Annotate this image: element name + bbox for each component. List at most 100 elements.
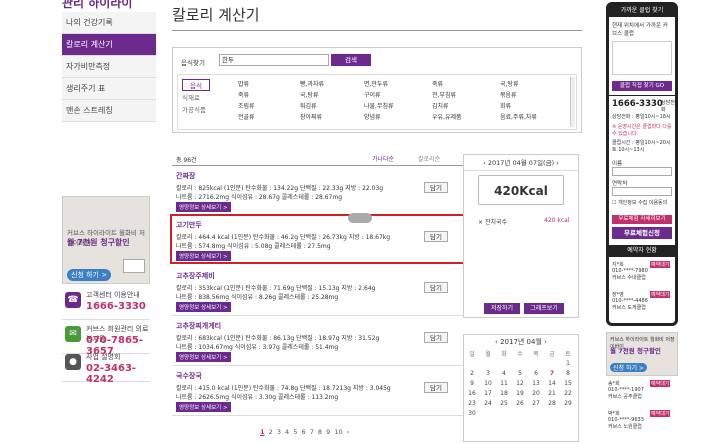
calendar-day[interactable]: 5 xyxy=(512,368,528,378)
page-link[interactable]: 8 xyxy=(318,428,322,436)
calendar-day[interactable]: 11 xyxy=(496,378,512,388)
detail-button[interactable]: 영양정보 상세보기 > xyxy=(176,402,231,412)
add-food-button[interactable]: 담기 xyxy=(424,332,448,343)
calendar-day[interactable]: 21 xyxy=(544,388,560,398)
calendar-day-selected[interactable]: 7 xyxy=(544,368,560,378)
calendar-day[interactable] xyxy=(544,408,560,418)
search-button[interactable]: 검색 xyxy=(331,54,371,66)
next-day-icon[interactable]: › xyxy=(554,159,559,167)
ad-apply-button[interactable]: 신청 하기 > xyxy=(610,363,647,372)
food-type[interactable]: 조림류 xyxy=(238,101,255,112)
add-food-button[interactable]: 담기 xyxy=(424,231,448,242)
food-type[interactable]: 나물,무침류 xyxy=(364,101,394,112)
calendar-day[interactable]: 25 xyxy=(496,398,512,408)
calendar-day[interactable]: 22 xyxy=(560,388,576,398)
agree-checkbox[interactable]: ☐ 개인정보 수집 이용동의 xyxy=(612,199,674,206)
scrollbar[interactable] xyxy=(570,77,575,127)
calendar-day[interactable]: 26 xyxy=(512,398,528,408)
calendar-day[interactable] xyxy=(496,408,512,418)
phone-input[interactable] xyxy=(612,187,672,196)
calendar-day[interactable]: 3 xyxy=(480,368,496,378)
detail-button[interactable]: 영양정보 상세보기 > xyxy=(176,302,231,312)
calendar-day[interactable]: 4 xyxy=(496,368,512,378)
calendar-day[interactable]: 30 xyxy=(464,408,480,418)
calendar-day[interactable]: 8 xyxy=(560,368,576,378)
food-type[interactable]: 튀김류 xyxy=(300,101,324,112)
food-type[interactable]: 전,부침류 xyxy=(432,90,462,101)
calendar-day[interactable]: 10 xyxy=(480,378,496,388)
calendar-day[interactable]: 15 xyxy=(560,378,576,388)
page-link[interactable]: 9 xyxy=(326,428,330,436)
calendar-day[interactable]: 13 xyxy=(528,378,544,388)
page-link-current[interactable]: 1 xyxy=(260,428,265,436)
name-input[interactable] xyxy=(612,167,672,176)
add-food-button[interactable]: 담기 xyxy=(424,182,448,193)
sidebar-item-health-record[interactable]: 나의 건강기록 xyxy=(62,12,156,34)
food-type[interactable]: 구이류 xyxy=(364,90,394,101)
calendar-day[interactable] xyxy=(528,408,544,418)
sidebar-item-period-table[interactable]: 생리주기 표 xyxy=(62,78,156,100)
page-link[interactable]: 7 xyxy=(310,428,314,436)
page-link[interactable]: 4 xyxy=(285,428,289,436)
detail-button[interactable]: 영양정보 상세보기 > xyxy=(176,251,231,261)
contact-business[interactable]: ● 사업 설명회 02-3463-4242 xyxy=(62,348,150,385)
calendar-day[interactable]: 14 xyxy=(544,378,560,388)
calendar-day[interactable]: 1 xyxy=(560,358,576,368)
calendar-day[interactable] xyxy=(512,358,528,368)
food-type[interactable]: 우유,유제품 xyxy=(432,112,462,123)
calendar-day[interactable]: 6 xyxy=(528,368,544,378)
sidebar-item-stretching[interactable]: 맨손 스트레칭 xyxy=(62,100,156,122)
food-type[interactable]: 전골류 xyxy=(238,112,255,123)
sidebar-item-calorie-calculator[interactable]: 칼로리 계산기 xyxy=(62,34,156,56)
food-type[interactable]: 장아찌류 xyxy=(300,112,324,123)
add-food-button[interactable]: 담기 xyxy=(424,282,448,293)
food-type[interactable]: 빵,과자류 xyxy=(300,79,324,90)
calendar-day[interactable] xyxy=(560,408,576,418)
calendar-day[interactable]: 27 xyxy=(528,398,544,408)
calendar-day[interactable] xyxy=(544,358,560,368)
calendar-day[interactable] xyxy=(528,358,544,368)
page-link[interactable]: 6 xyxy=(301,428,305,436)
calendar-day[interactable] xyxy=(480,408,496,418)
sort-name-select[interactable]: 가나다순 xyxy=(372,154,394,163)
contact-customer-center[interactable]: ☎ 고객센터 이용안내 1666-3330 xyxy=(62,286,150,320)
category-tab-ingredient[interactable]: 식재료 xyxy=(182,92,200,102)
sort-calorie-select[interactable]: 칼로리순 xyxy=(418,154,440,163)
detail-button[interactable]: 영양정보 상세보기 > xyxy=(176,202,231,212)
calendar-day[interactable]: 2 xyxy=(464,368,480,378)
calendar-day[interactable] xyxy=(496,358,512,368)
page-link[interactable]: 10 xyxy=(334,428,342,436)
food-type[interactable]: 국,탕류 xyxy=(300,90,324,101)
find-club-button[interactable]: 클럽 직접 찾기 GO xyxy=(612,81,672,91)
food-type[interactable]: 김치류 xyxy=(432,101,462,112)
calendar-day[interactable]: 23 xyxy=(464,398,480,408)
trial-detail-button[interactable]: 무료체험 자세히보기 xyxy=(612,215,672,224)
ad-apply-button[interactable]: 신청 하기 > xyxy=(67,269,112,281)
food-type[interactable]: 밥류 xyxy=(238,79,255,90)
page-link[interactable]: 2 xyxy=(269,428,273,436)
calendar-day[interactable]: 17 xyxy=(480,388,496,398)
food-type[interactable]: 죽류 xyxy=(432,79,462,90)
category-tab-processed[interactable]: 가공식품 xyxy=(182,104,206,114)
page-link[interactable]: 5 xyxy=(293,428,297,436)
graph-button[interactable]: 그래프보기 xyxy=(524,303,564,314)
calendar-day[interactable] xyxy=(512,408,528,418)
next-page-icon[interactable]: › xyxy=(347,428,350,436)
right-ad-banner[interactable]: 커브스 하이라이트 월화비 저장이바이 월 7천원 청구할인 신청 하기 > xyxy=(606,332,678,376)
food-type[interactable]: 양념류 xyxy=(364,112,394,123)
calendar-day[interactable]: 20 xyxy=(528,388,544,398)
calendar-day[interactable] xyxy=(480,358,496,368)
calendar-day[interactable]: 18 xyxy=(496,388,512,398)
food-type[interactable]: 죽류 xyxy=(238,90,255,101)
food-type[interactable]: 국,탕류 xyxy=(500,79,537,90)
calendar-day[interactable]: 12 xyxy=(512,378,528,388)
sidebar-item-obesity-check[interactable]: 자가비만측정 xyxy=(62,56,156,78)
food-type[interactable]: 회류 xyxy=(500,101,537,112)
sidebar-ad-banner[interactable]: 커브스 하이라이트 월화비 저장이바이 월 7천원 청구할인 신청 하기 > xyxy=(62,196,150,284)
food-type[interactable]: 볶음류 xyxy=(500,90,537,101)
calendar-day[interactable] xyxy=(464,358,480,368)
save-button[interactable]: 저장하기 xyxy=(484,303,520,314)
detail-button[interactable]: 영양정보 상세보기 > xyxy=(176,352,231,362)
calendar-day[interactable]: 29 xyxy=(560,398,576,408)
calendar-day[interactable]: 16 xyxy=(464,388,480,398)
